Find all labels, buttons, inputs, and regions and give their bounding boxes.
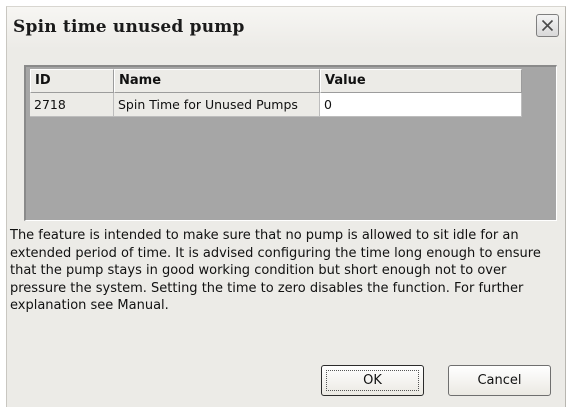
feature-description: The feature is intended to make sure tha… bbox=[10, 228, 541, 313]
grid-header: ID Name Value bbox=[30, 69, 522, 93]
cancel-button[interactable]: Cancel bbox=[448, 365, 551, 396]
ok-button[interactable]: OK bbox=[321, 365, 424, 396]
title-bar[interactable]: Spin time unused pump bbox=[7, 7, 565, 49]
cell-id: 2718 bbox=[30, 93, 114, 117]
dialog-window: Spin time unused pump ID Name Value 2718… bbox=[6, 6, 566, 407]
close-icon bbox=[541, 19, 554, 32]
parameter-grid: ID Name Value 2718 Spin Time for Unused … bbox=[24, 65, 557, 221]
column-header-name[interactable]: Name bbox=[114, 69, 320, 93]
cell-value-input[interactable]: 0 bbox=[320, 93, 522, 117]
cell-name: Spin Time for Unused Pumps bbox=[114, 93, 320, 117]
close-button[interactable] bbox=[536, 14, 559, 37]
table-row[interactable]: 2718 Spin Time for Unused Pumps 0 bbox=[30, 93, 522, 117]
ok-button-label: OK bbox=[363, 373, 382, 388]
column-header-id[interactable]: ID bbox=[30, 69, 114, 93]
dialog-title: Spin time unused pump bbox=[13, 17, 245, 37]
cancel-button-label: Cancel bbox=[477, 373, 522, 388]
column-header-value[interactable]: Value bbox=[320, 69, 522, 93]
